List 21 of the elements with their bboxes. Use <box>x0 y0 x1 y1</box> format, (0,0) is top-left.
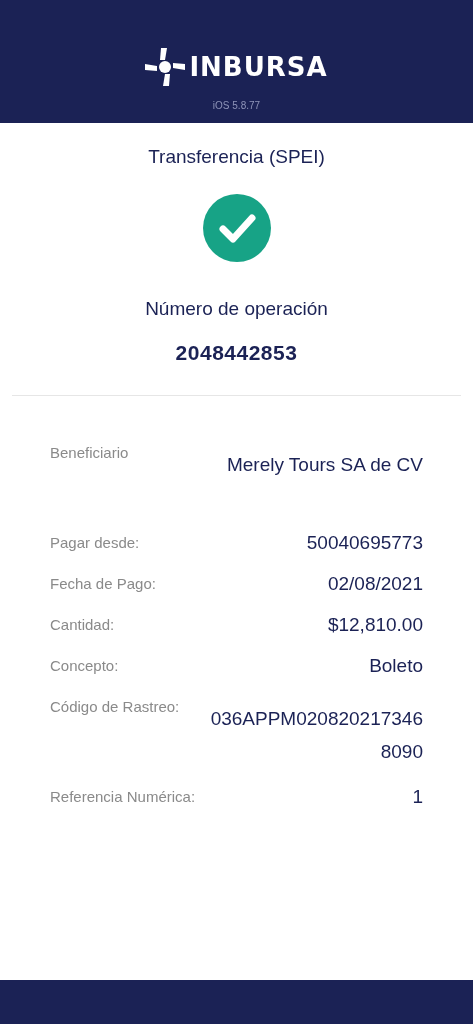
detail-label: Código de Rastreo: <box>50 696 180 717</box>
operation-label: Número de operación <box>145 296 328 321</box>
logo-icon <box>145 48 186 86</box>
detail-value: 50040695773 <box>306 530 423 555</box>
detail-label: Pagar desde: <box>50 532 140 553</box>
screen-title: Transferencia (SPEI) <box>148 145 325 169</box>
detail-label: Fecha de Pago: <box>50 573 156 594</box>
detail-value: 02/08/2021 <box>327 571 423 596</box>
operation-number: 2048442853 <box>175 340 298 366</box>
detail-value: $12,810.00 <box>327 612 423 637</box>
success-check-icon <box>202 193 271 262</box>
detail-value: Boleto <box>369 653 423 678</box>
detail-value: Merely Tours SA de CV <box>226 452 423 477</box>
detail-value: 1 <box>412 784 423 809</box>
detail-value: 036APPM0208202173468090 <box>209 706 423 764</box>
detail-label: Referencia Numérica: <box>50 786 196 807</box>
detail-label: Cantidad: <box>50 614 115 635</box>
detail-label: Concepto: <box>50 655 119 676</box>
app-version: iOS 5.8.77 <box>212 99 261 113</box>
brand-logo-text: INBURSA <box>189 54 328 80</box>
detail-label: Beneficiario <box>50 442 129 463</box>
